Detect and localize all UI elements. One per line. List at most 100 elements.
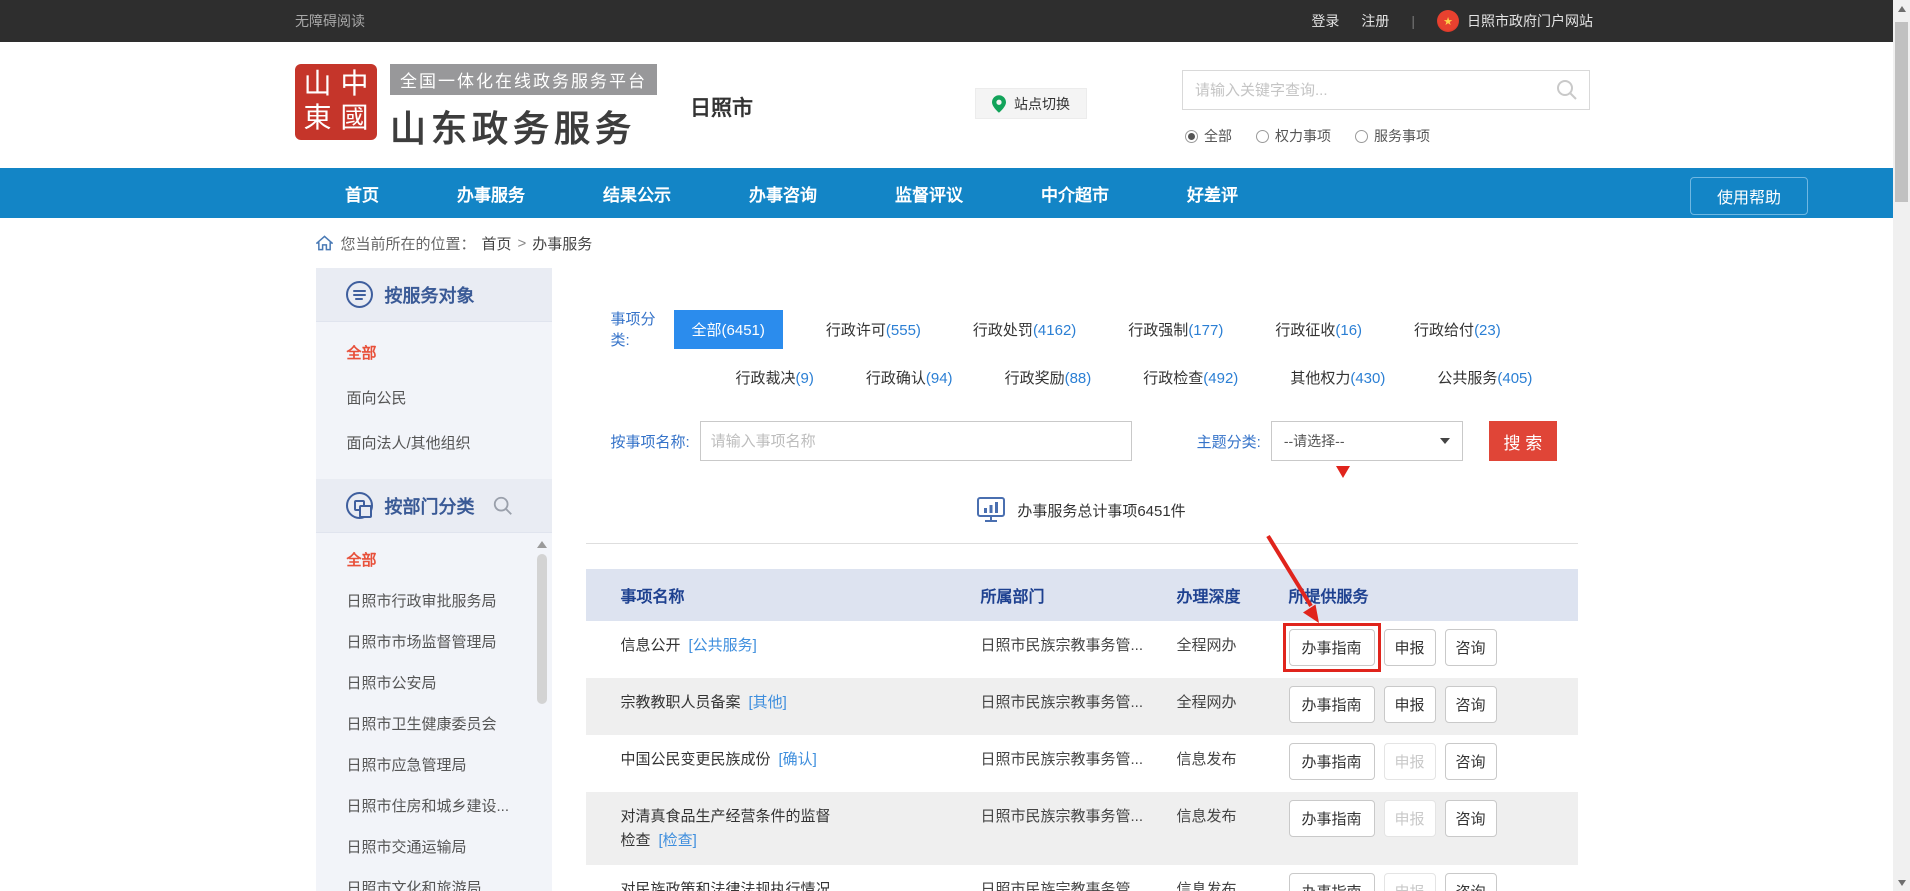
- main: 按服务对象 全部 面向公民 面向法人/其他组织 按部门分类 全部 日照市行政审批…: [316, 268, 1578, 891]
- category-tab[interactable]: 行政强制(177): [1115, 310, 1236, 349]
- item-search-row: 按事项名称: 主题分类: --请选择-- 搜 索: [586, 421, 1578, 461]
- apply-button-disabled: 申报: [1384, 800, 1436, 837]
- scope-service-items[interactable]: 服务事项: [1355, 126, 1430, 146]
- copy-circle-icon: [346, 492, 373, 519]
- keyword-search-input[interactable]: [1183, 82, 1555, 99]
- item-depth: 信息发布: [1177, 805, 1289, 829]
- dept-item[interactable]: 日照市应急管理局: [316, 744, 552, 785]
- scope-power-items[interactable]: 权力事项: [1256, 126, 1331, 146]
- help-button[interactable]: 使用帮助: [1690, 177, 1808, 215]
- item-dept: 日照市民族宗教事务管...: [981, 634, 1177, 658]
- nav-consult[interactable]: 办事咨询: [749, 181, 817, 206]
- nav-home[interactable]: 首页: [345, 181, 379, 206]
- consult-button[interactable]: 咨询: [1445, 629, 1497, 666]
- dept-item[interactable]: 日照市公安局: [316, 662, 552, 703]
- item-name[interactable]: 对清真食品生产经营条件的监督检查: [621, 808, 831, 849]
- scroll-thumb[interactable]: [537, 554, 547, 704]
- category-tab[interactable]: 公共服务(405): [1424, 358, 1545, 397]
- logo[interactable]: 山 中 東 國 全国一体化在线政务服务平台 山东政务服务: [295, 64, 657, 152]
- brand-title: 山东政务服务: [390, 100, 657, 152]
- dept-item[interactable]: 日照市行政审批服务局: [316, 580, 552, 621]
- category-row-2: 行政裁决(9) 行政确认(94) 行政奖励(88) 行政检查(492) 其他权力…: [586, 358, 1578, 397]
- sidebar-item-legal-person[interactable]: 面向法人/其他组织: [316, 420, 552, 465]
- apply-button[interactable]: 申报: [1384, 686, 1436, 723]
- nav-agency-market[interactable]: 中介超市: [1041, 181, 1109, 206]
- nav-supervision[interactable]: 监督评议: [895, 181, 963, 206]
- guide-button[interactable]: 办事指南: [1289, 686, 1375, 723]
- radio-icon[interactable]: [1256, 130, 1269, 143]
- scrollbar-down-button[interactable]: [1893, 874, 1910, 891]
- nav-services[interactable]: 办事服务: [457, 181, 525, 206]
- shandong-seal-icon: 山 中 東 國: [295, 64, 377, 140]
- scroll-down-icon: [1898, 880, 1906, 886]
- radio-selected-icon[interactable]: [1185, 130, 1198, 143]
- category-tab[interactable]: 行政奖励(88): [992, 358, 1105, 397]
- category-tab[interactable]: 行政确认(94): [853, 358, 966, 397]
- table-row: 对民族政策和法律法规执行情况的监督检查[检查] 日照市民族宗教事务管... 信息…: [586, 865, 1578, 891]
- item-tag-link[interactable]: [公共服务]: [689, 637, 757, 654]
- consult-button[interactable]: 咨询: [1445, 686, 1497, 723]
- search-icon[interactable]: [1555, 78, 1579, 102]
- radio-icon[interactable]: [1355, 130, 1368, 143]
- scrollbar-thumb[interactable]: [1895, 22, 1908, 202]
- item-name[interactable]: 宗教教职人员备案: [621, 694, 741, 711]
- guide-button[interactable]: 办事指南: [1289, 629, 1375, 666]
- scope-all[interactable]: 全部: [1185, 126, 1232, 146]
- dept-item[interactable]: 全部: [316, 539, 552, 580]
- search-button[interactable]: 搜 索: [1489, 421, 1557, 461]
- guide-button[interactable]: 办事指南: [1289, 873, 1375, 891]
- red-highlight-box: 办事指南: [1289, 629, 1384, 666]
- category-tab[interactable]: 行政处罚(4162): [960, 310, 1089, 349]
- item-name[interactable]: 中国公民变更民族成份: [621, 751, 771, 768]
- category-tab[interactable]: 行政征收(16): [1262, 310, 1375, 349]
- nav-results[interactable]: 结果公示: [603, 181, 671, 206]
- department-scrollbar[interactable]: [536, 539, 548, 891]
- site-switch-button[interactable]: 站点切换: [975, 88, 1087, 119]
- guide-button[interactable]: 办事指南: [1289, 800, 1375, 837]
- main-nav: 首页 办事服务 结果公示 办事咨询 监督评议 中介超市 好差评 使用帮助: [0, 168, 1893, 218]
- dept-item[interactable]: 日照市交通运输局: [316, 826, 552, 867]
- accessibility-link[interactable]: 无障碍阅读: [295, 11, 365, 31]
- portal-link[interactable]: 日照市政府门户网站: [1467, 11, 1593, 31]
- item-tag-link[interactable]: [其他]: [749, 694, 787, 711]
- register-link[interactable]: 注册: [1361, 11, 1389, 31]
- item-name[interactable]: 对民族政策和法律法规执行情况的监督检查: [621, 881, 831, 891]
- scrollbar-up-button[interactable]: [1893, 0, 1910, 17]
- page-scrollbar[interactable]: [1893, 0, 1910, 891]
- item-name-input[interactable]: [700, 421, 1132, 461]
- topic-select[interactable]: --请选择--: [1271, 421, 1463, 461]
- item-tag-link[interactable]: [确认]: [779, 751, 817, 768]
- category-tab-all[interactable]: 全部(6451): [674, 310, 783, 349]
- scroll-up-icon: [1898, 6, 1906, 12]
- consult-button[interactable]: 咨询: [1445, 873, 1497, 891]
- consult-button[interactable]: 咨询: [1445, 800, 1497, 837]
- category-tab[interactable]: 行政检查(492): [1130, 358, 1251, 397]
- dept-item[interactable]: 日照市文化和旅游局: [316, 867, 552, 891]
- item-name[interactable]: 信息公开: [621, 637, 681, 654]
- category-tab[interactable]: 行政给付(23): [1401, 310, 1514, 349]
- dept-item[interactable]: 日照市市场监督管理局: [316, 621, 552, 662]
- category-tab[interactable]: 行政许可(555): [813, 310, 934, 349]
- category-tab[interactable]: 行政裁决(9): [723, 358, 827, 397]
- search-scope-group: 全部 权力事项 服务事项: [1185, 126, 1454, 146]
- category-tab[interactable]: 其他权力(430): [1277, 358, 1398, 397]
- scroll-up-icon[interactable]: [537, 541, 547, 548]
- sidebar-item-citizen[interactable]: 面向公民: [316, 375, 552, 420]
- service-object-list: 全部 面向公民 面向法人/其他组织: [316, 322, 552, 479]
- guide-button[interactable]: 办事指南: [1289, 743, 1375, 780]
- department-search-icon[interactable]: [492, 495, 514, 517]
- item-tag-link[interactable]: [检查]: [659, 832, 697, 849]
- login-link[interactable]: 登录: [1311, 11, 1339, 31]
- department-list: 全部 日照市行政审批服务局 日照市市场监督管理局 日照市公安局 日照市卫生健康委…: [316, 533, 552, 891]
- dept-item[interactable]: 日照市卫生健康委员会: [316, 703, 552, 744]
- nav-rating[interactable]: 好差评: [1187, 181, 1238, 206]
- breadcrumb-current: 办事服务: [532, 233, 592, 254]
- apply-button[interactable]: 申报: [1384, 629, 1436, 666]
- topic-label: 主题分类:: [1172, 431, 1261, 452]
- consult-button[interactable]: 咨询: [1445, 743, 1497, 780]
- sidebar-item-all[interactable]: 全部: [316, 330, 552, 375]
- item-dept: 日照市民族宗教事务管...: [981, 878, 1177, 891]
- breadcrumb-home[interactable]: 首页: [482, 233, 512, 254]
- stats-row: 办事服务总计事项6451件: [586, 497, 1578, 523]
- dept-item[interactable]: 日照市住房和城乡建设...: [316, 785, 552, 826]
